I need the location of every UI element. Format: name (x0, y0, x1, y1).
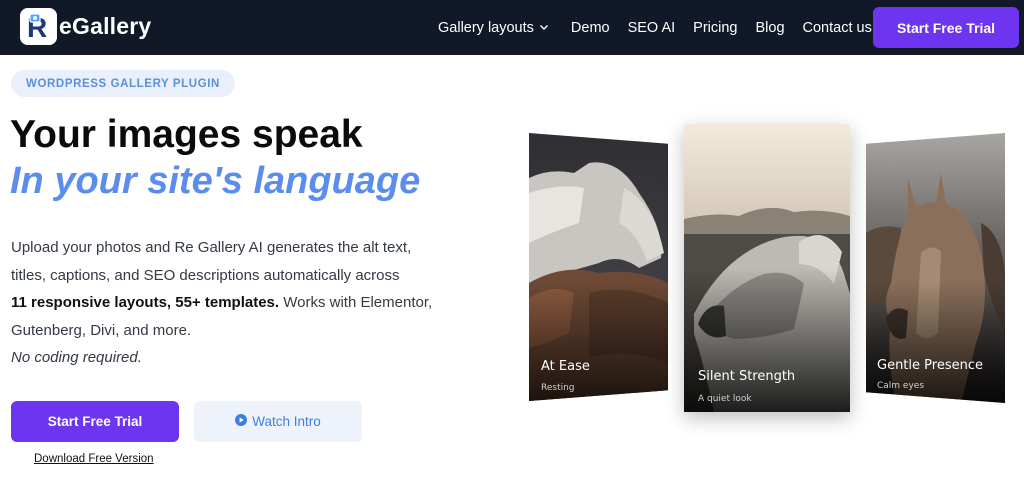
description-text: Works with Elementor, (279, 294, 433, 311)
gallery-card-title: Silent Strength (698, 369, 796, 384)
nav-link-blog[interactable]: Blog (755, 20, 784, 36)
site-logo[interactable]: R eGallery (20, 8, 151, 45)
description-italic: No coding required. (11, 349, 142, 366)
logo-text: eGallery (59, 13, 152, 39)
play-circle-icon (235, 414, 248, 429)
gallery-card[interactable]: Silent Strength A quiet look (684, 124, 850, 412)
gallery-card-title: Gentle Presence (877, 358, 983, 373)
watch-intro-button[interactable]: Watch Intro (194, 401, 362, 442)
nav-link-contact-us[interactable]: Contact us (803, 20, 872, 36)
nav-link-seo-ai[interactable]: SEO AI (628, 20, 676, 36)
description-line: Gutenberg, Divi, and more. (11, 321, 192, 339)
nav-link-pricing[interactable]: Pricing (693, 20, 737, 36)
nav-links: Gallery layouts Demo SEO AI Pricing Blog… (438, 0, 872, 55)
description-line: Upload your photos and Re Gallery AI gen… (11, 239, 412, 256)
gallery-card[interactable]: Gentle Presence Calm eyes (866, 133, 1005, 403)
gallery-card-caption: Resting (541, 383, 575, 393)
top-navigation-bar: R eGallery Gallery layouts Demo SEO AI P… (0, 0, 1024, 55)
hero-start-free-trial-button[interactable]: Start Free Trial (11, 401, 179, 442)
gallery-card-caption: A quiet look (698, 394, 752, 404)
watch-intro-label: Watch Intro (252, 414, 321, 429)
hero-headline-accent: In your site's language (10, 160, 421, 202)
description-line: No coding required. (11, 344, 481, 372)
regallery-logo-icon: R (20, 8, 57, 45)
description-line: titles, captions, and SEO descriptions a… (11, 266, 400, 284)
hero-headline: Your images speak (10, 113, 363, 156)
nav-link-demo[interactable]: Demo (571, 20, 610, 36)
hero-badge: WORDPRESS GALLERY PLUGIN (11, 70, 235, 97)
hero-description: Upload your photos and Re Gallery AI gen… (11, 234, 481, 372)
gallery-card[interactable]: At Ease Resting (529, 133, 668, 401)
nav-start-free-trial-button[interactable]: Start Free Trial (873, 7, 1019, 48)
chevron-down-icon (539, 20, 549, 36)
nav-link-gallery-layouts[interactable]: Gallery layouts (438, 20, 549, 36)
description-highlight: 11 responsive layouts, 55+ templates. (11, 294, 280, 311)
gallery-card-title: At Ease (541, 359, 590, 374)
download-free-version-link[interactable]: Download Free Version (34, 453, 154, 465)
gallery-card-caption: Calm eyes (877, 381, 925, 391)
nav-link-label: Gallery layouts (438, 19, 534, 36)
description-line: 11 responsive layouts, 55+ templates. Wo… (11, 289, 481, 317)
